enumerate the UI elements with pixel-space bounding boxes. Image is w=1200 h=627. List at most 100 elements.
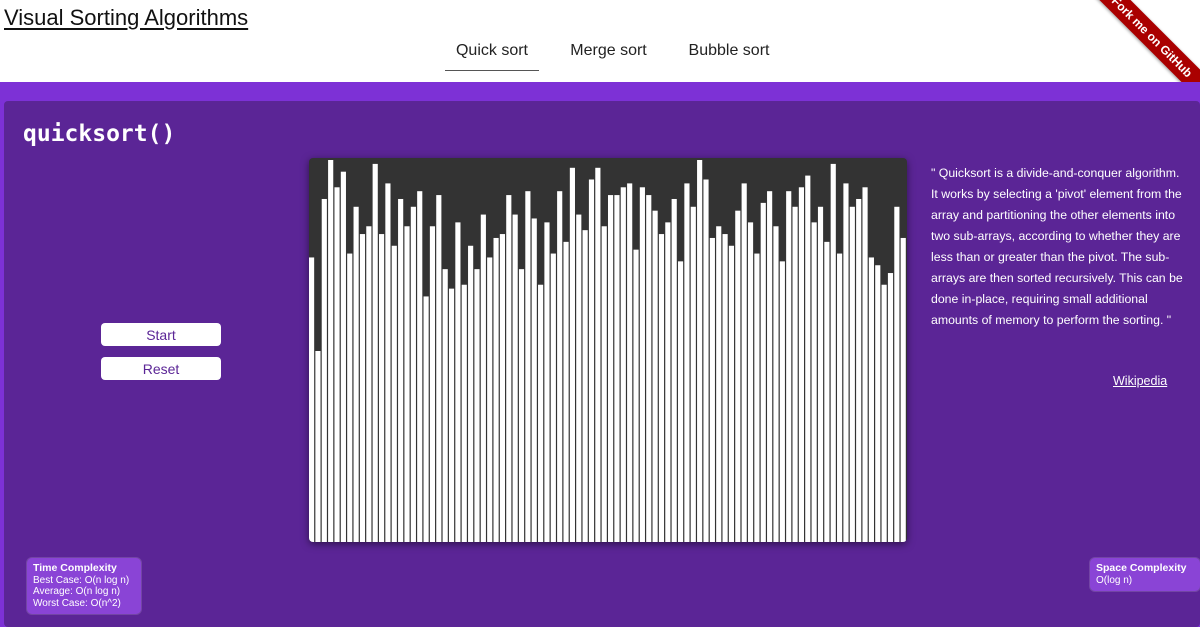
array-bar bbox=[563, 241, 569, 542]
array-bar bbox=[665, 222, 671, 542]
array-bar bbox=[849, 206, 855, 542]
array-bar bbox=[544, 222, 550, 542]
array-bar bbox=[703, 179, 709, 542]
array-bar bbox=[423, 296, 429, 542]
tab-quick-sort[interactable]: Quick sort bbox=[445, 38, 539, 71]
array-bar bbox=[410, 206, 416, 542]
array-bar bbox=[658, 234, 665, 542]
algorithm-tabs: Quick sort Merge sort Bubble sort bbox=[0, 0, 1200, 80]
array-bar bbox=[531, 218, 537, 542]
array-bar bbox=[868, 257, 874, 542]
array-bar bbox=[837, 253, 843, 542]
array-bar bbox=[576, 214, 582, 542]
array-bar bbox=[792, 206, 798, 542]
array-bar bbox=[455, 222, 461, 542]
array-bar bbox=[747, 222, 754, 542]
array-bar bbox=[448, 288, 455, 542]
array-bar bbox=[735, 210, 741, 542]
array-bar bbox=[798, 187, 805, 542]
array-bar bbox=[518, 269, 525, 542]
time-complexity-title: Time Complexity bbox=[33, 562, 117, 574]
array-bar bbox=[786, 191, 792, 542]
space-complexity-value: O(log n) bbox=[1096, 574, 1133, 586]
array-bar bbox=[321, 198, 327, 542]
array-bar bbox=[677, 261, 684, 542]
space-complexity-card: Space Complexity O(log n) bbox=[1090, 558, 1200, 591]
array-bar bbox=[429, 226, 436, 542]
tab-merge-sort[interactable]: Merge sort bbox=[560, 38, 657, 70]
array-bar bbox=[728, 245, 735, 542]
algorithm-title: quicksort() bbox=[23, 121, 176, 147]
array-bar bbox=[550, 253, 556, 542]
array-bar bbox=[385, 183, 391, 542]
array-bar bbox=[754, 253, 760, 542]
array-bar bbox=[709, 237, 715, 542]
array-bar bbox=[811, 222, 817, 542]
array-bar bbox=[627, 183, 633, 542]
array-bar bbox=[347, 253, 353, 542]
array-bar bbox=[601, 226, 607, 542]
array-bar bbox=[779, 261, 785, 542]
algorithm-description: " Quicksort is a divide-and-conquer algo… bbox=[931, 166, 1183, 327]
array-bar bbox=[512, 214, 518, 542]
worst-case-text: Worst Case: O(n^2) bbox=[33, 597, 121, 609]
array-bar bbox=[588, 179, 595, 542]
array-bar bbox=[773, 226, 779, 542]
array-bar bbox=[894, 206, 900, 542]
array-bar bbox=[690, 206, 696, 542]
wikipedia-link[interactable]: Wikipedia bbox=[1113, 374, 1167, 388]
array-bar bbox=[557, 191, 563, 542]
array-bar bbox=[487, 257, 493, 542]
array-bar bbox=[697, 160, 703, 542]
array-bar bbox=[671, 198, 677, 542]
sorting-visualizer bbox=[309, 158, 907, 542]
array-bar bbox=[716, 226, 722, 542]
space-complexity-title: Space Complexity bbox=[1096, 562, 1187, 574]
array-bar bbox=[887, 273, 894, 542]
array-bar bbox=[741, 183, 747, 542]
array-bar bbox=[843, 183, 849, 542]
array-bar bbox=[334, 187, 340, 542]
array-bar bbox=[404, 226, 410, 542]
array-bar bbox=[608, 195, 614, 542]
array-bar bbox=[817, 206, 824, 542]
array-bar bbox=[824, 241, 830, 542]
array-bar bbox=[417, 191, 423, 542]
array-bar bbox=[900, 237, 906, 542]
array-bar bbox=[569, 167, 575, 542]
array-bar bbox=[493, 237, 499, 542]
bars-canvas bbox=[309, 160, 906, 542]
array-bar bbox=[722, 234, 728, 542]
time-complexity-card: Time Complexity Best Case: O(n log n) Av… bbox=[27, 558, 141, 614]
array-bar bbox=[684, 183, 690, 542]
array-bar bbox=[309, 257, 315, 542]
array-bar bbox=[595, 167, 601, 542]
start-button[interactable]: Start bbox=[101, 323, 221, 346]
array-bar bbox=[468, 245, 474, 542]
array-bar bbox=[538, 284, 544, 542]
array-bar bbox=[646, 195, 652, 542]
array-bar bbox=[474, 269, 480, 542]
array-bar bbox=[359, 234, 366, 542]
array-bar bbox=[582, 230, 588, 542]
array-bar bbox=[862, 187, 868, 542]
array-bar bbox=[461, 284, 467, 542]
array-bar bbox=[328, 160, 334, 542]
array-bar bbox=[881, 284, 887, 542]
array-bar bbox=[525, 191, 531, 542]
array-bar bbox=[767, 191, 773, 542]
reset-button[interactable]: Reset bbox=[101, 357, 221, 380]
tab-bubble-sort[interactable]: Bubble sort bbox=[678, 38, 780, 70]
array-bar bbox=[875, 265, 881, 542]
array-bar bbox=[398, 198, 404, 542]
array-bar bbox=[652, 210, 658, 542]
array-bar bbox=[499, 234, 506, 542]
array-bar bbox=[366, 226, 372, 542]
array-bar bbox=[830, 163, 836, 542]
best-case-text: Best Case: O(n log n) bbox=[33, 574, 130, 586]
array-bar bbox=[315, 351, 321, 542]
array-bar bbox=[620, 187, 626, 542]
array-bar bbox=[442, 269, 448, 542]
array-bar bbox=[372, 163, 378, 542]
array-bar bbox=[856, 198, 862, 542]
